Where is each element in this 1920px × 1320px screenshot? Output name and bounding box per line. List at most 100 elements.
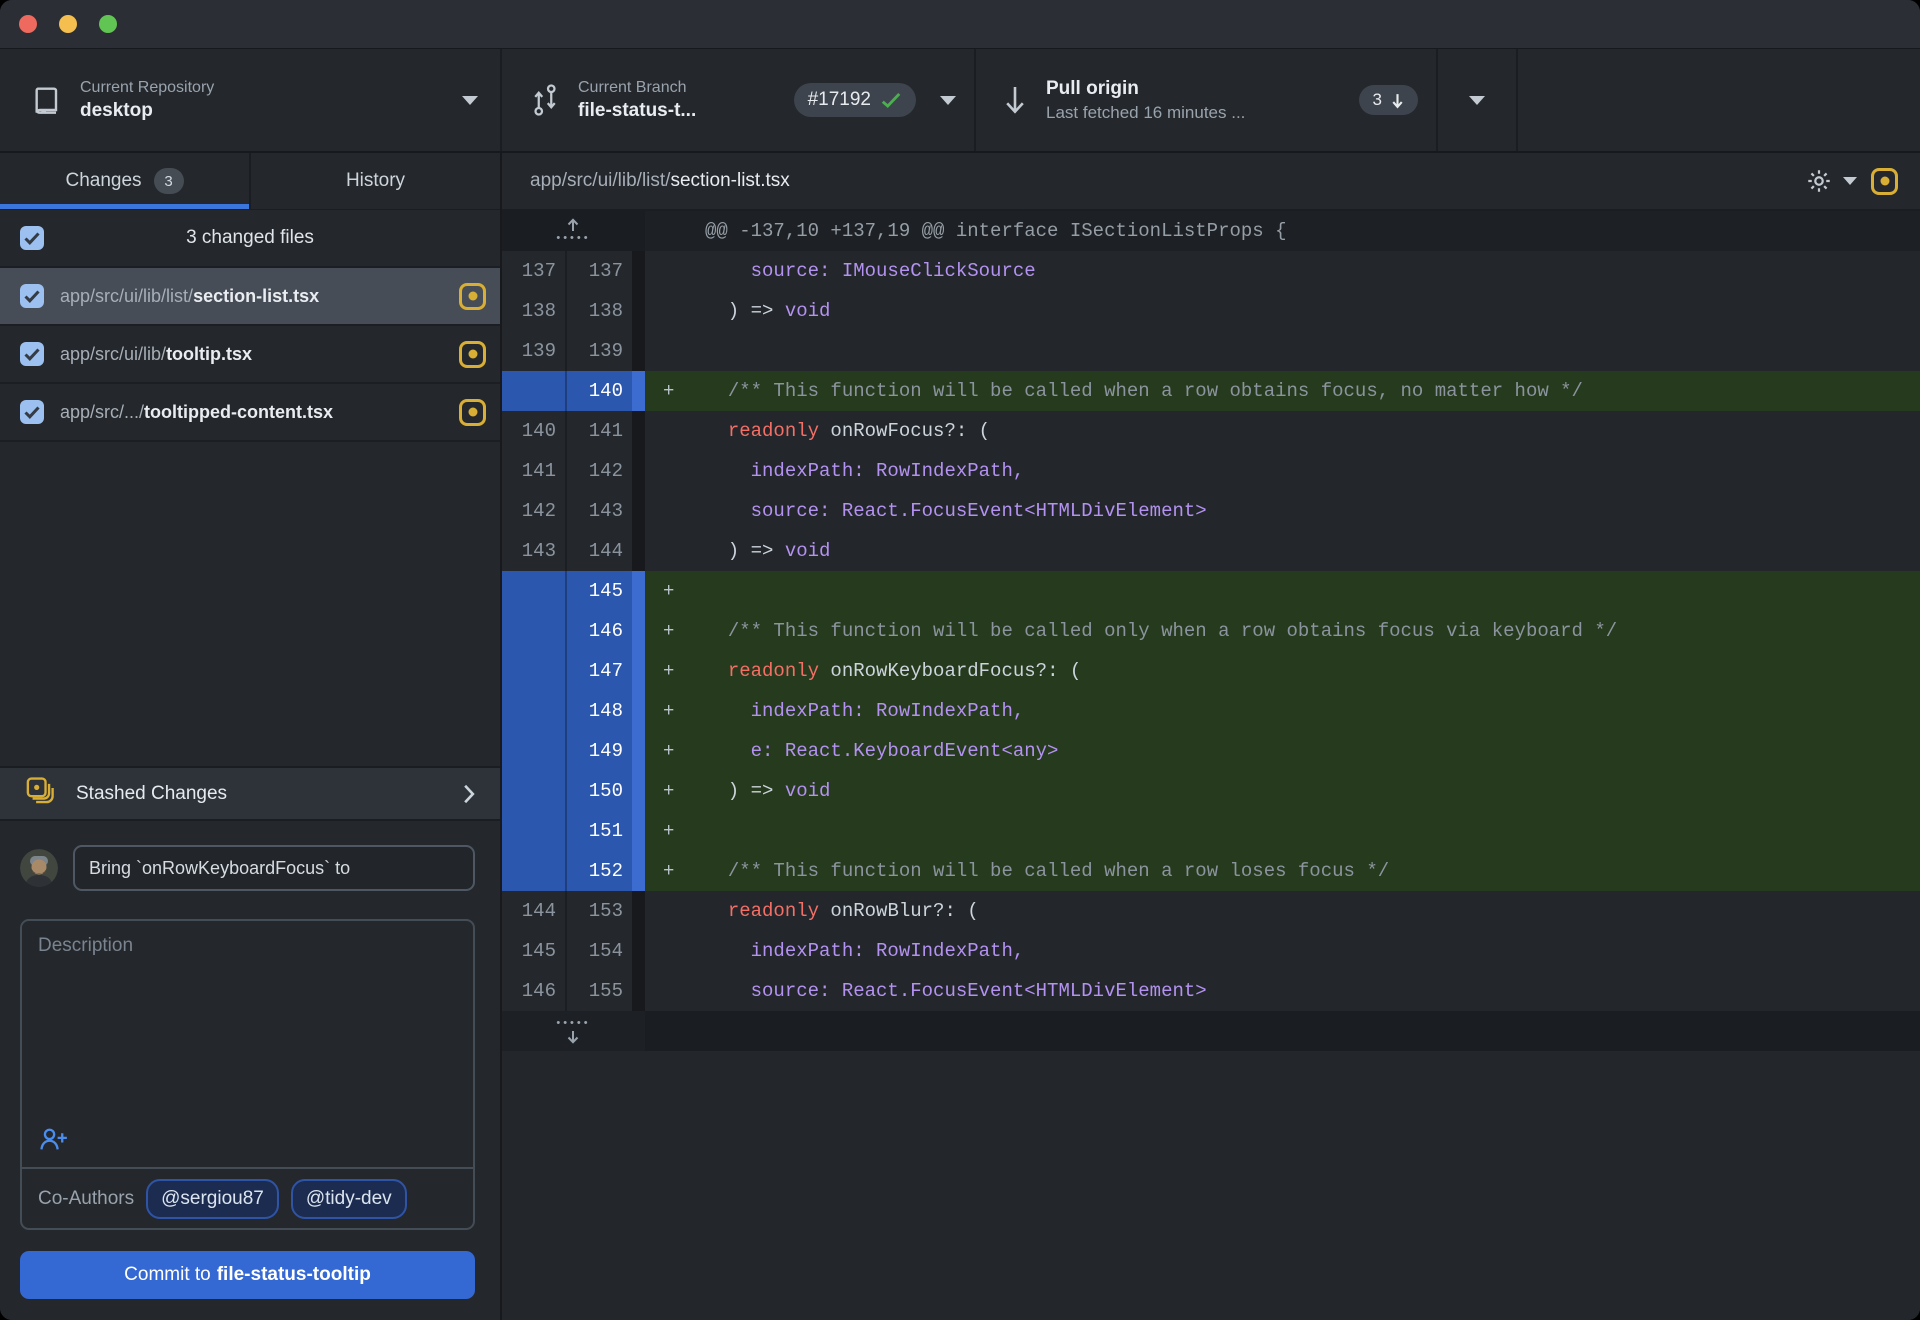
- hunk-header-row[interactable]: ••••• @@ -137,10 +137,19 @@ interface ISe…: [502, 211, 1920, 251]
- tab-history[interactable]: History: [249, 153, 500, 209]
- stashed-changes-row[interactable]: Stashed Changes: [0, 766, 500, 821]
- diff-marker: +: [663, 780, 675, 802]
- old-line-number: 140: [502, 411, 567, 451]
- diff-row[interactable]: 142 143 source: React.FocusEvent<HTMLDivE…: [502, 491, 1920, 531]
- code-token: ) =>: [705, 780, 785, 802]
- code-token: void: [784, 540, 831, 562]
- minimize-window-button[interactable]: [59, 15, 77, 33]
- arrow-down-icon: [1002, 83, 1028, 117]
- code-line: indexPath: RowIndexPath,: [645, 451, 1920, 491]
- old-line-number: [502, 571, 567, 611]
- code-token: indexPath: RowIndexPath,: [705, 460, 1025, 482]
- toolbar-dropdown-button[interactable]: [1438, 49, 1518, 151]
- new-line-number: 148: [567, 691, 632, 731]
- branch-name: file-status-t...: [578, 99, 697, 121]
- diff-row[interactable]: 145 154 indexPath: RowIndexPath,: [502, 931, 1920, 971]
- diff-row[interactable]: 137 137 source: IMouseClickSource: [502, 251, 1920, 291]
- coauthor-pill[interactable]: @tidy-dev: [290, 1178, 407, 1219]
- old-line-number: 143: [502, 531, 567, 571]
- current-branch-button[interactable]: Current Branch file-status-t... #17192: [502, 49, 976, 151]
- hunk-header-text: @@ -137,10 +137,19 @@ interface ISection…: [645, 211, 1920, 251]
- check-icon: [24, 347, 40, 361]
- new-line-number: 144: [567, 531, 632, 571]
- code-token: onRowKeyboardFocus?: (: [819, 660, 1082, 682]
- code-token: readonly: [727, 420, 820, 442]
- file-row[interactable]: app/src/ui/lib/tooltip.tsx: [0, 326, 500, 384]
- coauthors-label: Co-Authors: [38, 1187, 135, 1209]
- gutter-edge: [632, 971, 645, 1011]
- file-row[interactable]: app/src/ui/lib/list/section-list.tsx: [0, 268, 500, 326]
- gutter-edge: [632, 291, 645, 331]
- gutter-edge: [632, 611, 645, 651]
- add-coauthor-icon[interactable]: [38, 1128, 68, 1156]
- pull-title: Pull origin: [1046, 77, 1139, 99]
- new-line-number: 141: [567, 411, 632, 451]
- diff-row[interactable]: 144 153 readonly onRowBlur?: (: [502, 891, 1920, 931]
- select-all-checkbox[interactable]: [20, 226, 44, 250]
- coauthor-pill[interactable]: @sergiou87: [146, 1178, 279, 1219]
- diff-row[interactable]: 141 142 indexPath: RowIndexPath,: [502, 451, 1920, 491]
- old-line-number: [502, 691, 567, 731]
- stash-icon: [24, 775, 60, 813]
- new-line-number: 142: [567, 451, 632, 491]
- diff-marker: +: [663, 380, 675, 402]
- diff-row[interactable]: 143 144 ) => void: [502, 531, 1920, 571]
- new-line-number: 138: [567, 291, 632, 331]
- hunk-header-text: [645, 1011, 1920, 1051]
- commit-button[interactable]: Commit to file-status-tooltip: [20, 1251, 475, 1299]
- file-dir: app/src/ui/lib/list/: [60, 285, 194, 306]
- old-line-number: 138: [502, 291, 567, 331]
- expand-down-button[interactable]: •••••: [502, 1011, 645, 1051]
- commit-summary-input[interactable]: [73, 845, 475, 891]
- new-line-number: 154: [567, 931, 632, 971]
- diff-row[interactable]: 140 141 readonly onRowFocus?: (: [502, 411, 1920, 451]
- diff-row[interactable]: 140 + /** This function will be called wh…: [502, 371, 1920, 411]
- coauthor-pill-list: @sergiou87 @tidy-dev: [146, 1178, 407, 1219]
- code-token: void: [784, 300, 831, 322]
- tab-changes[interactable]: Changes 3: [0, 153, 249, 209]
- diff-row[interactable]: 147 + readonly onRowKeyboardFocus?: (: [502, 651, 1920, 691]
- check-icon: [24, 405, 40, 419]
- old-line-number: 142: [502, 491, 567, 531]
- close-window-button[interactable]: [19, 15, 37, 33]
- code-line: + e: React.KeyboardEvent<any>: [645, 731, 1920, 771]
- gutter-edge: [632, 691, 645, 731]
- check-icon: [24, 231, 40, 245]
- code-token: indexPath: RowIndexPath,: [705, 700, 1025, 722]
- file-dir: app/src/ui/lib/: [60, 343, 167, 364]
- changes-count-badge: 3: [153, 168, 184, 194]
- old-line-number: [502, 651, 567, 691]
- tab-changes-label: Changes: [65, 170, 142, 191]
- diff-options-gear-button[interactable]: [1805, 167, 1857, 195]
- diff-marker: +: [663, 860, 675, 882]
- diff-row[interactable]: 146 155 source: React.FocusEvent<HTMLDivE…: [502, 971, 1920, 1011]
- current-repository-button[interactable]: Current Repository desktop: [0, 49, 502, 151]
- diff-row[interactable]: 138 138 ) => void: [502, 291, 1920, 331]
- diff-row[interactable]: 148 + indexPath: RowIndexPath,: [502, 691, 1920, 731]
- diff-row[interactable]: 145 +: [502, 571, 1920, 611]
- modified-status-icon: [459, 340, 486, 368]
- maximize-window-button[interactable]: [99, 15, 117, 33]
- pr-status-badge[interactable]: #17192: [793, 83, 916, 117]
- diff-row[interactable]: 139 139: [502, 331, 1920, 371]
- file-name: tooltipped-content.tsx: [144, 401, 334, 422]
- tab-history-label: History: [345, 170, 406, 191]
- diff-row[interactable]: 151 +: [502, 811, 1920, 851]
- diff-row[interactable]: 152 + /** This function will be called wh…: [502, 851, 1920, 891]
- diff-row[interactable]: 149 + e: React.KeyboardEvent<any>: [502, 731, 1920, 771]
- behind-count: 3: [1372, 90, 1382, 109]
- file-checkbox[interactable]: [20, 400, 44, 424]
- diff-row[interactable]: 146 + /** This function will be called on…: [502, 611, 1920, 651]
- pull-origin-button[interactable]: Pull origin Last fetched 16 minutes ... …: [976, 49, 1438, 151]
- commit-button-branch: file-status-tooltip: [216, 1264, 371, 1285]
- file-checkbox[interactable]: [20, 342, 44, 366]
- expand-down-row[interactable]: •••••: [502, 1011, 1920, 1051]
- commit-description-input[interactable]: [22, 921, 473, 1126]
- file-row[interactable]: app/src/.../tooltipped-content.tsx: [0, 384, 500, 442]
- diff-row[interactable]: 150 + ) => void: [502, 771, 1920, 811]
- file-checkbox[interactable]: [20, 284, 44, 308]
- expand-up-button[interactable]: •••••: [502, 211, 645, 251]
